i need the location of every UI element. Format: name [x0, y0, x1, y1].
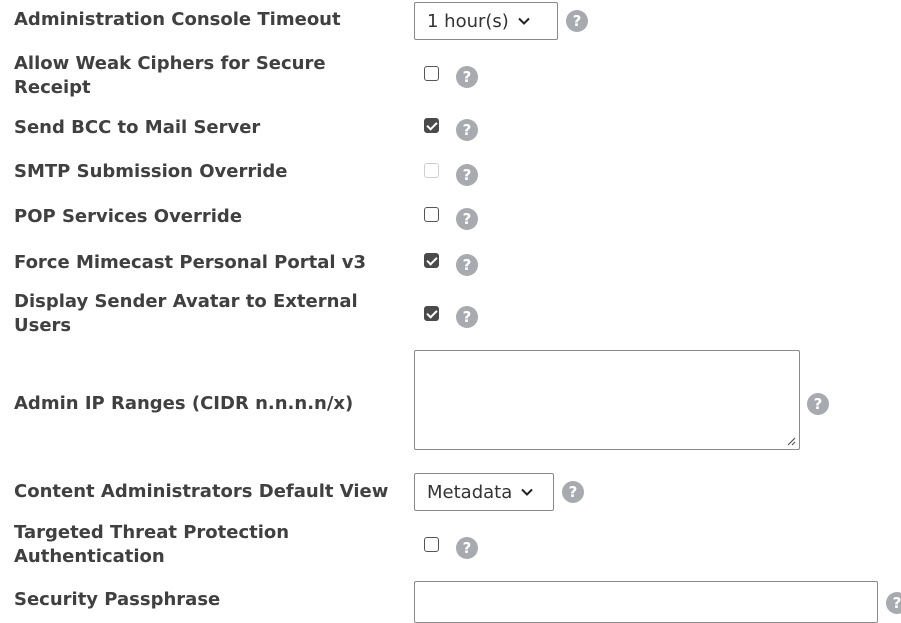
force-portal-checkbox[interactable]	[424, 253, 439, 268]
help-icon[interactable]: ?	[456, 164, 478, 186]
help-icon[interactable]: ?	[807, 393, 829, 415]
weak-ciphers-checkbox[interactable]	[424, 66, 439, 81]
help-icon[interactable]: ?	[456, 306, 478, 328]
send-bcc-checkbox[interactable]	[424, 118, 439, 133]
ttp-auth-checkbox[interactable]	[424, 537, 439, 552]
console-timeout-select[interactable]: 1 hour(s)	[414, 2, 558, 40]
help-icon[interactable]: ?	[456, 537, 478, 559]
admin-ip-textarea[interactable]	[414, 350, 800, 450]
send-bcc-label: Send BCC to Mail Server	[14, 117, 261, 138]
passphrase-input[interactable]	[414, 581, 878, 623]
console-timeout-value: 1 hour(s)	[427, 10, 509, 32]
chevron-down-icon	[518, 17, 530, 25]
help-icon[interactable]: ?	[886, 592, 901, 614]
ttp-auth-label: Targeted Threat Protection Authenticatio…	[14, 522, 290, 567]
help-icon[interactable]: ?	[456, 119, 478, 141]
resize-grip-icon[interactable]	[786, 436, 796, 446]
help-icon[interactable]: ?	[562, 481, 584, 503]
weak-ciphers-label: Allow Weak Ciphers for Secure Receipt	[14, 53, 326, 98]
force-portal-label: Force Mimecast Personal Portal v3	[14, 252, 367, 273]
smtp-override-label: SMTP Submission Override	[14, 161, 288, 182]
smtp-override-checkbox	[424, 163, 439, 178]
help-icon[interactable]: ?	[456, 208, 478, 230]
help-icon[interactable]: ?	[566, 10, 588, 32]
content-view-value: Metadata	[427, 481, 513, 503]
console-timeout-label: Administration Console Timeout	[14, 9, 341, 30]
pop-override-checkbox[interactable]	[424, 207, 439, 222]
pop-override-label: POP Services Override	[14, 206, 243, 227]
help-icon[interactable]: ?	[456, 254, 478, 276]
passphrase-label: Security Passphrase	[14, 589, 221, 610]
sender-avatar-checkbox[interactable]	[424, 306, 439, 321]
help-icon[interactable]: ?	[456, 66, 478, 88]
content-view-select[interactable]: Metadata	[414, 473, 554, 511]
sender-avatar-label: Display Sender Avatar to External Users	[14, 291, 358, 336]
chevron-down-icon	[521, 488, 533, 496]
content-view-label: Content Administrators Default View	[14, 481, 389, 502]
admin-ip-label: Admin IP Ranges (CIDR n.n.n.n/x)	[14, 393, 354, 414]
